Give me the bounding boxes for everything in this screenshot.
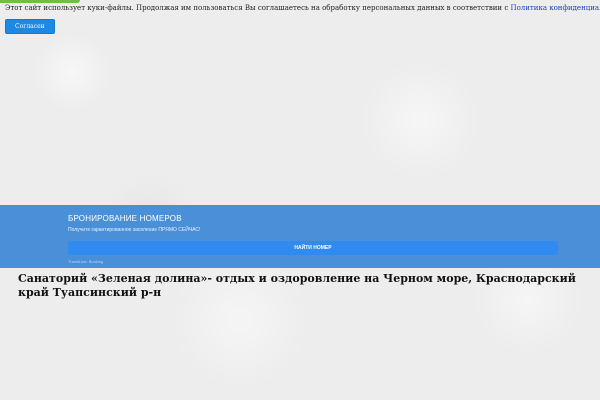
cookie-message: Этот сайт использует куки-файлы. Продолж…	[5, 4, 511, 12]
booking-section: БРОНИРОВАНИЕ НОМЕРОВ Получите гарантиров…	[0, 205, 600, 268]
cookie-accept-button[interactable]: Согласен	[5, 19, 55, 34]
cookie-text: Этот сайт использует куки-файлы. Продолж…	[5, 3, 600, 13]
privacy-policy-link[interactable]: Политика конфиденциальности	[510, 4, 600, 12]
booking-subtitle: Получите гарантированное заселение ПРЯМО…	[68, 227, 201, 233]
page-title: Санаторий «Зеленая долина»- отдых и оздо…	[18, 272, 576, 299]
cookie-notice: Этот сайт использует куки-файлы. Продолж…	[0, 0, 600, 34]
booking-provider-note: TravelLine: Booking	[68, 259, 104, 264]
find-room-button[interactable]: НАЙТИ НОМЕР	[68, 241, 558, 255]
booking-title: БРОНИРОВАНИЕ НОМЕРОВ	[68, 214, 182, 223]
